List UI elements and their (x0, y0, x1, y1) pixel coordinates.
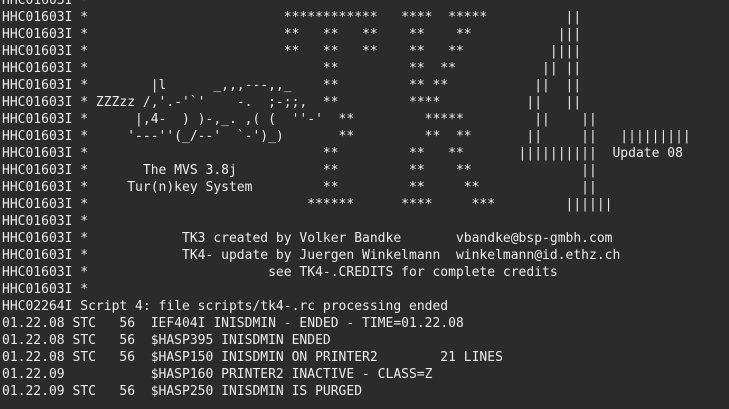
console-output: HHC01603I * HHC01603I * ************ ***… (0, 0, 729, 409)
console-line: HHC01603I * TK3 created by Volker Bandke… (2, 231, 613, 246)
console-line: HHC01603I * ****** **** *** |||||| (2, 197, 613, 212)
console-line: HHC01603I * ************ **** ***** || (2, 10, 582, 25)
console-line: HHC01603I * ** ** ** |||||||||| Update 0… (2, 146, 683, 161)
console-line: HHC01603I * see TK4-.CREDITS for complet… (2, 265, 558, 280)
console-lines: HHC01603I * HHC01603I * ************ ***… (2, 0, 691, 400)
console-line: HHC01603I * ZZZzz /,'.-'`' -. ;-;;, ** *… (2, 95, 582, 110)
console-line: HHC01603I * |l _,,,---,,_ ** ** ** || || (2, 78, 582, 93)
console-line: HHC01603I * '---''(_/--' `-')_) ** ** **… (2, 129, 691, 144)
console-line: HHC01603I * (2, 0, 566, 8)
console-line: 01.22.08 STC 56 IEF404I INISDMIN - ENDED… (2, 316, 464, 331)
console-line: HHC01603I * (2, 282, 89, 297)
console-line: HHC01603I * ** ** ** ** ** ||| (2, 27, 582, 42)
console-line: 01.22.09 $HASP160 PRINTER2 INACTIVE - CL… (2, 367, 433, 382)
console-line: HHC01603I * (2, 214, 89, 229)
console-line: 01.22.09 STC 56 $HASP250 INISDMIN IS PUR… (2, 384, 363, 399)
console-line: HHC01603I * Tur(n)key System ** ** ** || (2, 180, 597, 195)
console-line: HHC01603I * The MVS 3.8j ** ** ** || (2, 163, 597, 178)
console-line: 01.22.08 STC 56 $HASP150 INISDMIN ON PRI… (2, 350, 503, 365)
console-line: HHC01603I * ** ** ** || || (2, 61, 582, 76)
console-line: HHC02264I Script 4: file scripts/tk4-.rc… (2, 299, 449, 314)
console-line: HHC01603I * ** ** ** ** ** |||| (2, 44, 582, 59)
console-line: HHC01603I * TK4- update by Juergen Winke… (2, 248, 621, 263)
console-line: 01.22.08 STC 56 $HASP395 INISDMIN ENDED (2, 333, 331, 348)
console-line: HHC01603I * |,4- ) )-,_. ,( ( ''-' ** **… (2, 112, 597, 127)
